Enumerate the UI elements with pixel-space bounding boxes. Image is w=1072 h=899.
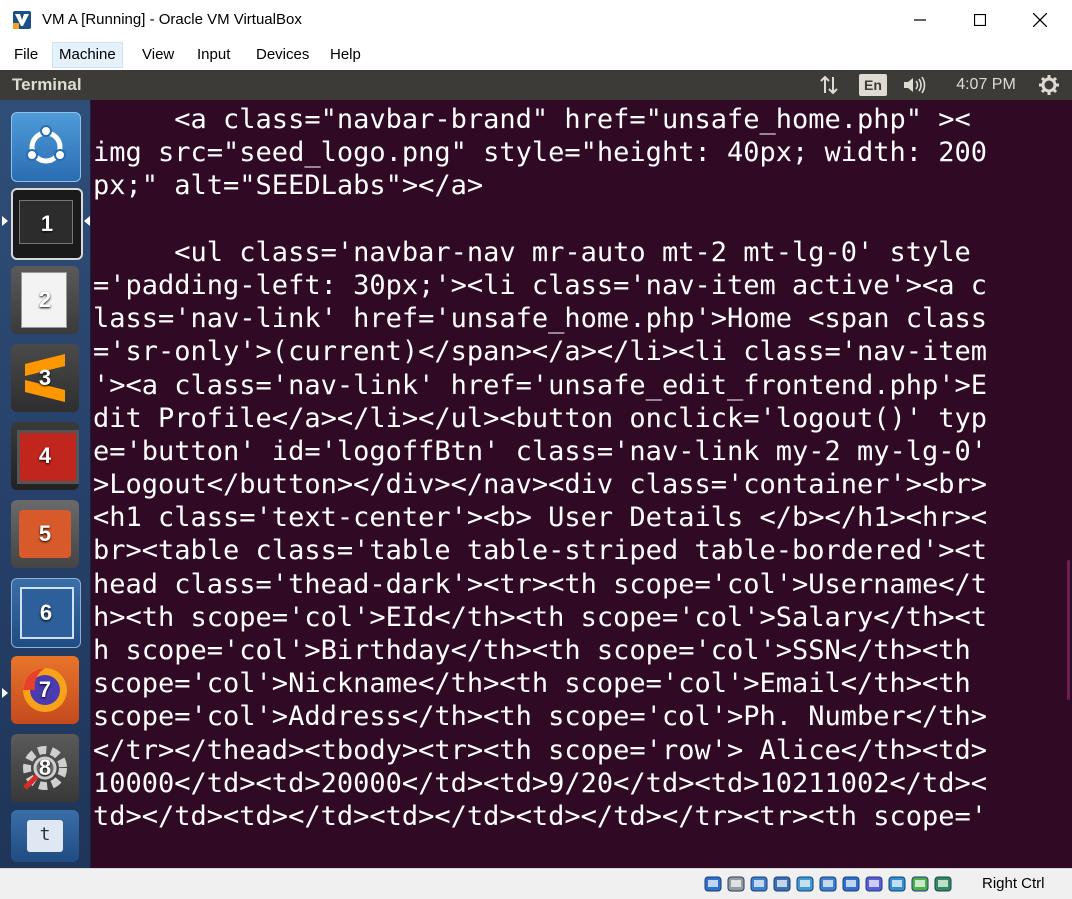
terminal-line: scope='col'>Nickname</th><th scope='col'…	[93, 668, 971, 700]
status-icons	[703, 874, 953, 894]
mouse-integration-icon[interactable]	[910, 874, 930, 894]
terminal-line: dit Profile</a></li></ul><button onclick…	[93, 402, 988, 434]
menu-input[interactable]: Input	[191, 43, 236, 67]
launcher-number: 6	[39, 600, 53, 625]
arrow-down-icon[interactable]	[933, 874, 953, 894]
close-button[interactable]	[1010, 0, 1070, 40]
launcher-number: 3	[38, 365, 52, 390]
terminal-line: br><table class='table table-striped tab…	[93, 535, 988, 567]
maximize-button[interactable]	[950, 0, 1010, 40]
launcher-number: 7	[38, 677, 52, 702]
running-indicator	[2, 688, 8, 698]
terminal-line: ='padding-left: 30px;'><li class='nav-it…	[93, 269, 988, 301]
terminal-line: e='button' id='logoffBtn' class='nav-lin…	[93, 435, 988, 467]
vm-status-bar: Right Ctrl	[0, 868, 1072, 899]
menu-view[interactable]: View	[136, 43, 180, 67]
terminal-line: >Logout</button></div></nav><div class='…	[93, 469, 988, 501]
terminal-scrollbar[interactable]	[1067, 560, 1070, 700]
terminal-line: h scope='col'>Birthday</th><th scope='co…	[93, 635, 971, 666]
ubuntu-dash-icon	[26, 125, 66, 164]
terminal-t-icon: t	[27, 820, 63, 852]
clock[interactable]: 4:07 PM	[944, 73, 1028, 97]
launcher-item-6[interactable]: 6	[11, 578, 81, 648]
terminal-line: head class='thead-dark'><tr><th scope='c…	[93, 568, 988, 600]
launcher-item-5[interactable]: 5	[11, 500, 79, 568]
terminal-line: <h1 class='text-center'><b> User Details…	[93, 502, 988, 534]
menu-bar: File Machine View Input Devices Help	[0, 40, 1072, 70]
ubuntu-top-panel: Terminal En 4:07 PM	[0, 70, 1072, 100]
network-icon[interactable]	[772, 874, 792, 894]
menu-machine[interactable]: Machine	[52, 42, 123, 68]
maximize-icon	[974, 14, 986, 26]
keyboard-layout-indicator[interactable]: En	[858, 73, 888, 97]
running-indicator	[2, 216, 8, 226]
host-key-label: Right Ctrl	[982, 875, 1045, 892]
unity-launcher: 1 2 3 4 5 6 7 8 t	[0, 100, 91, 868]
menu-devices[interactable]: Devices	[250, 43, 315, 67]
usb-icon[interactable]	[795, 874, 815, 894]
terminal-line: lass='nav-link' href='unsafe_home.php'>H…	[93, 303, 988, 335]
ubuntu-dash-button[interactable]	[11, 112, 81, 182]
volume-icon[interactable]	[900, 73, 930, 97]
launcher-number: 1	[40, 211, 54, 236]
menu-help[interactable]: Help	[324, 43, 367, 67]
optical-drive-icon[interactable]	[726, 874, 746, 894]
launcher-item-4[interactable]: 4	[11, 422, 79, 490]
active-app-title: Terminal	[12, 75, 82, 94]
window-title: VM A [Running] - Oracle VM VirtualBox	[42, 11, 302, 28]
hard-disk-icon[interactable]	[703, 874, 723, 894]
terminal-line: 10000</td><td>20000</td><td>9/20</td><td…	[93, 767, 988, 799]
launcher-number: 2	[38, 287, 52, 312]
network-updown-icon[interactable]	[816, 73, 842, 97]
terminal-line: ='sr-only'>(current)</span></a></li><li …	[93, 336, 988, 368]
keyboard-layout-label: En	[859, 74, 887, 96]
window-title-bar: VM A [Running] - Oracle VM VirtualBox	[0, 0, 1072, 40]
terminal-line: </tr></thead><tbody><tr><th scope='row'>…	[93, 734, 988, 766]
settings-gear-icon[interactable]	[1036, 73, 1062, 97]
terminal-line: img src="seed_logo.png" style="height: 4…	[93, 137, 988, 169]
launcher-item-7[interactable]: 7	[11, 656, 79, 724]
video-capture-icon[interactable]	[864, 874, 884, 894]
launcher-number: 5	[38, 521, 52, 546]
audio-icon[interactable]	[749, 874, 769, 894]
virtualbox-logo-icon	[12, 10, 32, 30]
shared-folders-icon[interactable]	[818, 874, 838, 894]
terminal-line: td></td><td></td><td></td><td></td></tr>…	[93, 800, 988, 832]
launcher-item-terminal[interactable]: t	[11, 810, 79, 862]
minimize-icon	[914, 19, 926, 21]
terminal-line: <a class="navbar-brand" href="unsafe_hom…	[93, 104, 971, 135]
terminal-line: '><a class='nav-link' href='unsafe_edit_…	[93, 369, 988, 401]
launcher-item-1[interactable]: 1	[11, 188, 83, 260]
terminal-line: scope='col'>Address</th><th scope='col'>…	[93, 701, 988, 733]
terminal-window[interactable]: <a class="navbar-brand" href="unsafe_hom…	[91, 100, 1072, 868]
launcher-number: 8	[38, 755, 52, 780]
terminal-line: <ul class='navbar-nav mr-auto mt-2 mt-lg…	[93, 236, 971, 268]
launcher-item-2[interactable]: 2	[11, 266, 79, 334]
minimize-button[interactable]	[890, 0, 950, 40]
launcher-item-8[interactable]: 8	[11, 734, 79, 802]
terminal-output: <a class="navbar-brand" href="unsafe_hom…	[93, 103, 1048, 833]
launcher-item-3[interactable]: 3	[11, 344, 79, 412]
terminal-line: px;" alt="SEEDLabs"></a>	[93, 170, 484, 202]
display-icon[interactable]	[841, 874, 861, 894]
launcher-number: 4	[38, 443, 52, 468]
terminal-line: h><th scope='col'>EId</th><th scope='col…	[93, 601, 988, 633]
focused-indicator	[84, 216, 90, 226]
virtualization-icon[interactable]	[887, 874, 907, 894]
menu-file[interactable]: File	[8, 43, 44, 67]
close-icon	[1033, 13, 1047, 27]
